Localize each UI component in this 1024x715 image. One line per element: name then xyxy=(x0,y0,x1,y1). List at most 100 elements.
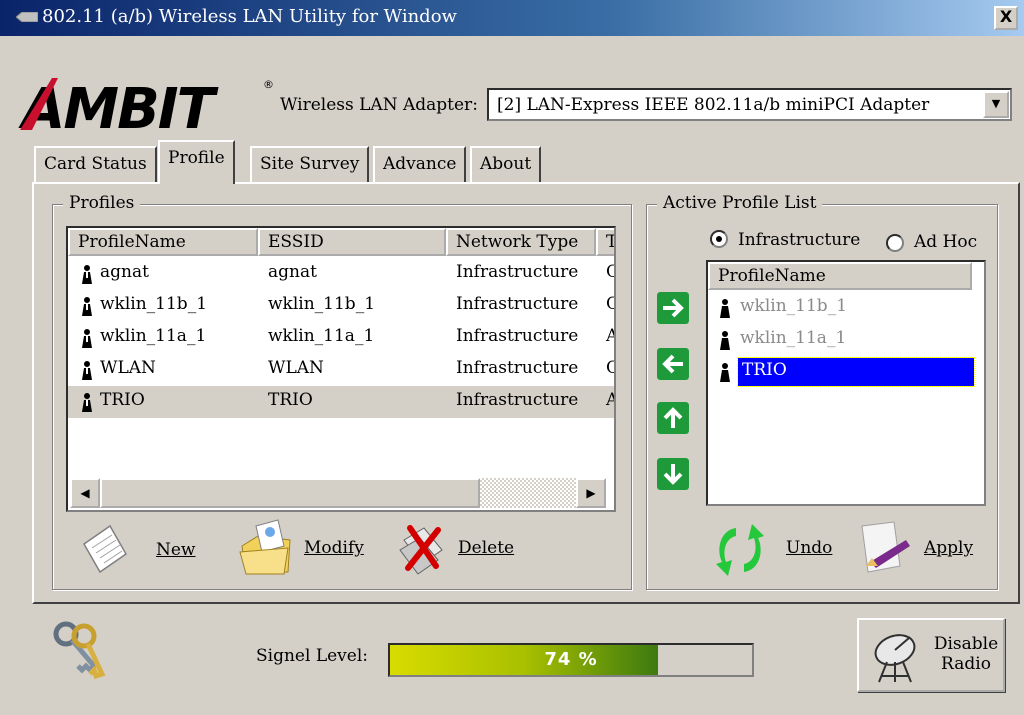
signal-level-bar: 74 % xyxy=(388,643,754,677)
active-profile-name: TRIO xyxy=(737,357,975,387)
network-type-cell: Infrastructure xyxy=(456,262,579,282)
radio-infrastructure[interactable] xyxy=(710,230,728,248)
list-item[interactable]: wklin_11b_1 xyxy=(708,292,984,324)
column-active-profile-name[interactable]: ProfileName xyxy=(708,262,972,290)
profile-name-cell: wklin_11a_1 xyxy=(100,326,207,346)
tab-card-status-label: Card Status xyxy=(44,154,147,174)
extra-cell: C xyxy=(606,262,614,282)
profiles-list[interactable]: ProfileName ESSID Network Type T agnat a… xyxy=(66,226,616,512)
signal-level-label: Signel Level: xyxy=(256,646,368,666)
close-button[interactable]: X xyxy=(994,6,1018,30)
column-profile-name[interactable]: ProfileName xyxy=(68,228,258,256)
title-bar: 802.11 (a/b) Wireless LAN Utility for Wi… xyxy=(0,0,1024,36)
extra-cell: A xyxy=(606,390,614,410)
profile-name-cell: wklin_11b_1 xyxy=(100,294,208,314)
scroll-track[interactable] xyxy=(480,478,576,508)
person-icon xyxy=(82,265,92,284)
svg-text:®: ® xyxy=(263,78,274,91)
delete-button[interactable]: Delete xyxy=(396,520,536,580)
modify-label: Modify xyxy=(304,538,364,558)
keys-icon xyxy=(53,621,106,680)
radio-infrastructure-label: Infrastructure xyxy=(738,230,861,250)
column-truncated[interactable]: T xyxy=(596,228,614,256)
new-label: New xyxy=(156,540,196,560)
disable-radio-line1: Disable xyxy=(933,634,999,654)
signal-level-text: 74 % xyxy=(544,649,598,670)
tab-advance-label: Advance xyxy=(383,154,457,174)
person-icon xyxy=(82,329,92,348)
dropdown-arrow-icon[interactable]: ▼ xyxy=(983,91,1009,118)
new-button[interactable]: New xyxy=(78,522,208,582)
person-icon xyxy=(720,299,730,318)
tab-profile[interactable]: Profile xyxy=(158,140,235,184)
scroll-left-icon[interactable]: ◀ xyxy=(70,478,100,508)
active-profile-legend: Active Profile List xyxy=(657,193,823,213)
column-network-type[interactable]: Network Type xyxy=(446,228,596,256)
disable-radio-label: Disable Radio xyxy=(933,634,999,674)
tab-site-survey-label: Site Survey xyxy=(260,154,360,174)
tab-advance[interactable]: Advance xyxy=(373,146,467,182)
profile-name-cell: WLAN xyxy=(100,358,156,378)
person-icon xyxy=(720,331,730,350)
table-row[interactable]: wklin_11a_1 wklin_11a_1 Infrastructure A xyxy=(68,322,614,354)
satellite-dish-icon xyxy=(874,634,916,683)
essid-cell: wklin_11b_1 xyxy=(268,294,376,314)
tab-profile-label: Profile xyxy=(168,148,225,168)
profile-name-cell: TRIO xyxy=(100,390,145,410)
radio-ad-hoc-label: Ad Hoc xyxy=(914,232,978,252)
modify-folder-icon xyxy=(239,519,291,575)
column-truncated-label: T xyxy=(606,232,614,252)
column-essid-label: ESSID xyxy=(268,232,324,252)
apply-icon xyxy=(861,521,910,573)
modify-button[interactable]: Modify xyxy=(238,516,378,576)
undo-label: Undo xyxy=(786,538,833,558)
network-card-icon xyxy=(16,12,38,22)
extra-cell: A xyxy=(606,326,614,346)
adapter-label: Wireless LAN Adapter: xyxy=(280,95,478,115)
close-icon: X xyxy=(999,7,1013,26)
profile-name-cell: agnat xyxy=(100,262,149,282)
column-profile-name-label: ProfileName xyxy=(78,232,186,252)
active-profile-name: wklin_11b_1 xyxy=(740,296,848,316)
essid-cell: WLAN xyxy=(268,358,324,378)
column-network-type-label: Network Type xyxy=(456,232,579,252)
scroll-thumb[interactable] xyxy=(100,478,480,508)
ambit-logo: AMBIT ® xyxy=(18,77,274,136)
network-type-cell: Infrastructure xyxy=(456,358,579,378)
essid-cell: wklin_11a_1 xyxy=(268,326,375,346)
profiles-legend: Profiles xyxy=(63,193,141,213)
tab-about[interactable]: About xyxy=(470,146,542,182)
column-active-profile-name-label: ProfileName xyxy=(718,266,826,286)
horizontal-scrollbar[interactable]: ◀ ▶ xyxy=(70,478,606,508)
tab-about-label: About xyxy=(480,154,532,174)
person-icon xyxy=(82,393,92,412)
table-row[interactable]: WLAN WLAN Infrastructure C xyxy=(68,354,614,386)
disable-radio-line2: Radio xyxy=(941,654,991,674)
list-item-selected[interactable]: TRIO xyxy=(708,356,984,388)
list-item[interactable]: wklin_11a_1 xyxy=(708,324,984,356)
disable-radio-button[interactable]: Disable Radio xyxy=(857,618,1005,692)
tab-site-survey[interactable]: Site Survey xyxy=(250,146,370,182)
delete-icon xyxy=(399,525,443,575)
apply-button[interactable]: Apply xyxy=(854,518,984,578)
delete-label: Delete xyxy=(458,538,515,558)
active-profile-name: wklin_11a_1 xyxy=(740,328,847,348)
adapter-dropdown[interactable]: [2] LAN-Express IEEE 802.11a/b miniPCI A… xyxy=(487,88,1012,121)
undo-button[interactable]: Undo xyxy=(710,520,840,580)
network-type-cell: Infrastructure xyxy=(456,390,579,410)
active-profile-list[interactable]: ProfileName wklin_11b_1 wklin_11a_1 TRIO xyxy=(706,260,986,506)
network-type-cell: Infrastructure xyxy=(456,294,579,314)
adapter-selected-value: [2] LAN-Express IEEE 802.11a/b miniPCI A… xyxy=(497,95,930,115)
scroll-right-icon[interactable]: ▶ xyxy=(576,478,606,508)
extra-cell: C xyxy=(606,358,614,378)
column-essid[interactable]: ESSID xyxy=(258,228,446,256)
essid-cell: agnat xyxy=(268,262,317,282)
table-row[interactable]: wklin_11b_1 wklin_11b_1 Infrastructure C xyxy=(68,290,614,322)
radio-ad-hoc[interactable] xyxy=(886,234,904,252)
table-row[interactable]: agnat agnat Infrastructure C xyxy=(68,258,614,290)
person-icon xyxy=(82,297,92,316)
tab-card-status[interactable]: Card Status xyxy=(34,146,157,182)
person-icon xyxy=(720,363,730,382)
network-type-cell: Infrastructure xyxy=(456,326,579,346)
table-row-selected[interactable]: TRIO TRIO Infrastructure A xyxy=(68,386,614,418)
